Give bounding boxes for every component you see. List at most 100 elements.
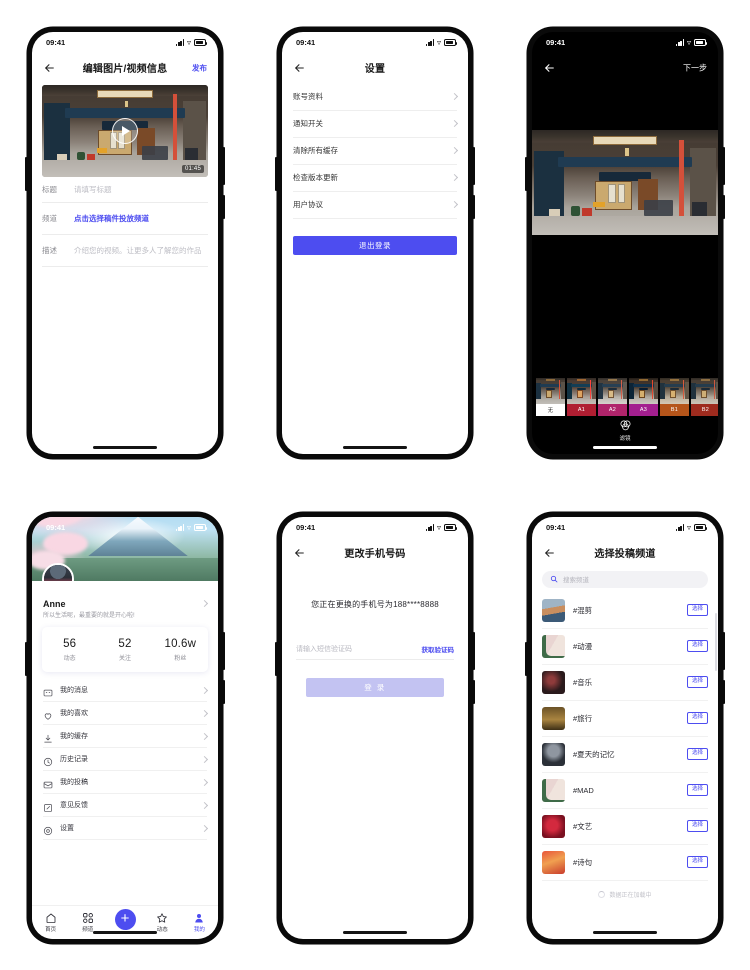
search-input[interactable]: 搜索频道 — [542, 570, 708, 588]
field-row-channel[interactable]: 频道 点击选择稿件投放频道 — [42, 203, 208, 235]
back-arrow-icon[interactable] — [43, 61, 56, 74]
phone-volume-button[interactable] — [223, 631, 225, 670]
home-indicator — [343, 445, 407, 449]
menu-item-messages[interactable]: 我的消息 — [43, 679, 209, 702]
menu-item-settings[interactable]: 设置 — [43, 817, 209, 840]
channel-select-button[interactable]: 选择 — [686, 856, 708, 868]
media-preview[interactable]: 01:45 — [42, 84, 208, 177]
sms-code-field[interactable]: 请输入短信验证码 获取验证码 — [296, 640, 454, 660]
tab-channels[interactable]: 频道 — [69, 911, 106, 933]
menu-item-cache[interactable]: 我的缓存 — [43, 725, 209, 748]
tab-mine[interactable]: 我的 — [181, 911, 218, 933]
scrollbar[interactable] — [714, 612, 717, 671]
play-icon[interactable] — [112, 117, 138, 144]
login-button[interactable]: 登 录 — [306, 677, 444, 697]
channel-row[interactable]: #文艺 选择 — [542, 809, 708, 845]
avatar[interactable] — [42, 562, 74, 581]
filter-thumb[interactable]: 无 — [536, 377, 565, 416]
logout-button[interactable]: 退出登录 — [293, 235, 457, 255]
phone-frame-change-phone: 09:41 ▿ 更改手机号码 您正在更换的手机号为188****8888 请输入… — [275, 511, 475, 944]
stat-following[interactable]: 52 关注 — [97, 638, 152, 662]
settings-item-check-update[interactable]: 检查版本更新 — [293, 165, 459, 192]
settings-item-label: 清除所有缓存 — [293, 146, 338, 155]
filter-thumb[interactable]: A1 — [567, 377, 596, 416]
nav-bar-change-phone: 更改手机号码 — [282, 539, 468, 567]
screen-settings: 09:41 ▿ 设置 账号资料 通知开关 清除所有缓存 检查版本更新 用户协议 … — [282, 31, 468, 454]
channel-name: #文艺 — [573, 821, 593, 831]
channel-select-button[interactable]: 选择 — [686, 748, 708, 760]
channel-row[interactable]: #MAD 选择 — [542, 773, 708, 809]
get-code-button[interactable]: 获取验证码 — [422, 644, 455, 654]
channel-row[interactable]: #混剪 选择 — [542, 593, 708, 629]
status-time: 09:41 — [46, 38, 66, 47]
field-row-title[interactable]: 标题 请填写标题 — [42, 177, 208, 203]
phone-power-button[interactable] — [223, 679, 225, 704]
channel-row[interactable]: #旅行 选择 — [542, 701, 708, 737]
channel-select-button[interactable]: 选择 — [686, 820, 708, 832]
stat-posts[interactable]: 56 动态 — [42, 638, 97, 662]
menu-item-likes[interactable]: 我的喜欢 — [43, 702, 209, 725]
profile-header-row[interactable]: Anne — [43, 599, 209, 609]
stat-followers[interactable]: 10.6w 粉丝 — [153, 638, 208, 662]
filter-thumb[interactable]: B2 — [691, 377, 718, 416]
phone-left-button[interactable] — [525, 156, 527, 191]
tab-add[interactable] — [106, 908, 143, 930]
phone-volume-button[interactable] — [473, 146, 475, 185]
field-row-description[interactable]: 描述 介绍您的视频。让更多人了解您的作品 — [42, 235, 208, 267]
filter-thumb[interactable]: A3 — [629, 377, 658, 416]
channel-select-button[interactable]: 选择 — [686, 640, 708, 652]
tab-label: 频道 — [82, 926, 94, 933]
select-channel-link[interactable]: 点击选择稿件投放频道 — [74, 213, 149, 224]
phone-volume-button[interactable] — [223, 146, 225, 185]
phone-left-button[interactable] — [525, 641, 527, 676]
filter-thumb[interactable]: A2 — [598, 377, 627, 416]
phone-volume-button[interactable] — [473, 631, 475, 670]
channel-row[interactable]: #音乐 选择 — [542, 665, 708, 701]
phone-power-button[interactable] — [723, 679, 725, 704]
plus-icon[interactable] — [114, 908, 136, 930]
settings-item-notifications[interactable]: 通知开关 — [293, 111, 459, 138]
wifi-icon: ▿ — [436, 522, 441, 532]
menu-item-submissions[interactable]: 我的投稿 — [43, 771, 209, 794]
tab-dynamic[interactable]: 动态 — [144, 911, 181, 933]
channel-row[interactable]: #动漫 选择 — [542, 629, 708, 665]
back-arrow-icon[interactable] — [293, 546, 306, 559]
phone-left-button[interactable] — [25, 641, 27, 676]
channel-select-button[interactable]: 选择 — [686, 712, 708, 724]
screen-change-phone: 09:41 ▿ 更改手机号码 您正在更换的手机号为188****8888 请输入… — [282, 516, 468, 939]
channel-select-button[interactable]: 选择 — [686, 784, 708, 796]
screen-channel-select: 09:41 ▿ 选择投稿频道 搜索频道 #混剪 选择 #动漫 选择 #音乐 选择… — [532, 516, 718, 939]
filter-thumbnail-strip[interactable]: 无 A1 A2 A3 B1 B2 — [532, 377, 718, 416]
settings-item-account[interactable]: 账号资料 — [293, 84, 459, 111]
filter-thumb[interactable]: B1 — [660, 377, 689, 416]
channel-row[interactable]: #诗句 选择 — [542, 845, 708, 881]
channel-select-button[interactable]: 选择 — [686, 676, 708, 688]
menu-item-history[interactable]: 历史记录 — [43, 748, 209, 771]
channel-row[interactable]: #夏天的记忆 选择 — [542, 737, 708, 773]
channel-select-button[interactable]: 选择 — [686, 604, 708, 616]
status-icons: ▿ — [426, 522, 458, 532]
phone-volume-button[interactable] — [723, 146, 725, 185]
back-arrow-icon[interactable] — [293, 61, 306, 74]
status-time: 09:41 — [46, 523, 66, 532]
phone-power-button[interactable] — [223, 194, 225, 219]
tab-home[interactable]: 首页 — [32, 911, 69, 933]
phone-power-button[interactable] — [723, 194, 725, 219]
publish-button[interactable]: 发布 — [192, 62, 207, 73]
phone-power-button[interactable] — [473, 194, 475, 219]
back-arrow-icon[interactable] — [543, 546, 556, 559]
phone-left-button[interactable] — [25, 156, 27, 191]
next-step-button[interactable]: 下一步 — [683, 62, 707, 73]
phone-frame-settings: 09:41 ▿ 设置 账号资料 通知开关 清除所有缓存 检查版本更新 用户协议 … — [275, 26, 475, 459]
settings-item-clear-cache[interactable]: 清除所有缓存 — [293, 138, 459, 165]
settings-item-user-agreement[interactable]: 用户协议 — [293, 192, 459, 219]
menu-item-feedback[interactable]: 意见反馈 — [43, 794, 209, 817]
status-bar: 09:41 ▿ — [282, 517, 468, 539]
phone-left-button[interactable] — [275, 156, 277, 191]
back-arrow-icon[interactable] — [543, 61, 556, 74]
phone-left-button[interactable] — [275, 641, 277, 676]
filter-tool-button[interactable]: 滤镜 — [532, 419, 718, 442]
phone-power-button[interactable] — [473, 679, 475, 704]
phone-volume-button[interactable] — [723, 631, 725, 670]
cell-channel-select: 09:41 ▿ 选择投稿频道 搜索频道 #混剪 选择 #动漫 选择 #音乐 选择… — [500, 485, 750, 970]
